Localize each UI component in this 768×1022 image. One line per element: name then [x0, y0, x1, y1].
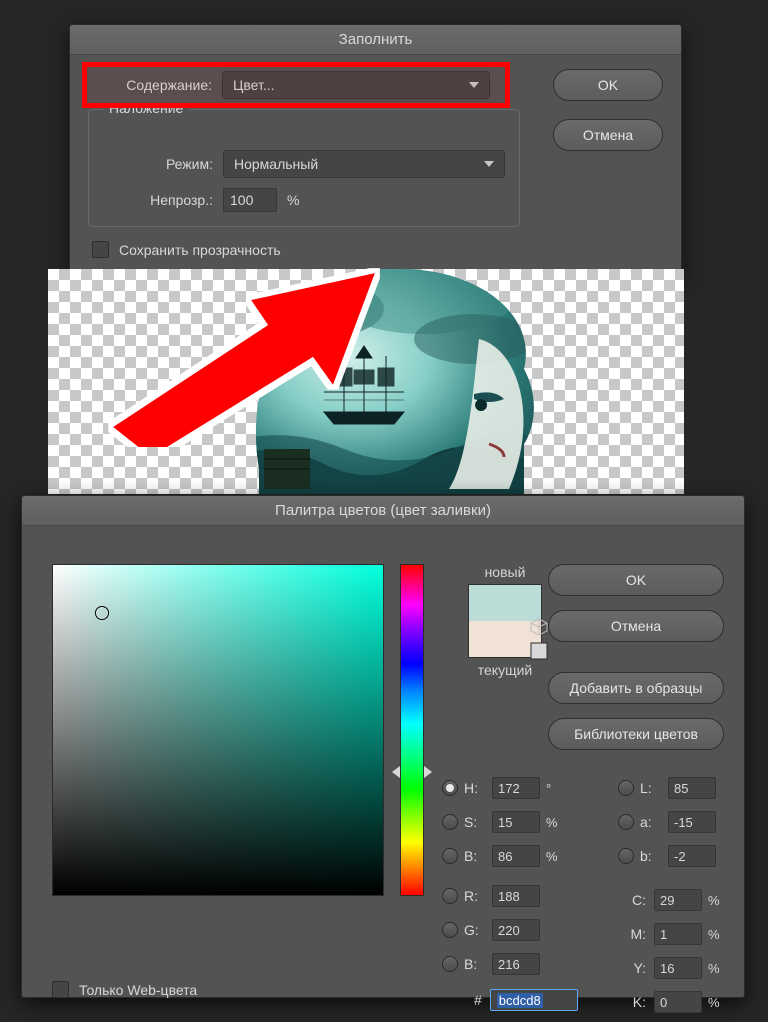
unit-m: %: [708, 927, 726, 942]
color-picker-dialog: Палитра цветов (цвет заливки) новый теку…: [21, 495, 745, 998]
label-c: C:: [622, 892, 648, 908]
opacity-unit: %: [287, 192, 299, 208]
label-r: R:: [464, 888, 486, 904]
add-swatch-button[interactable]: Добавить в образцы: [548, 672, 724, 704]
mode-dropdown-value: Нормальный: [234, 156, 318, 172]
input-g[interactable]: 220: [492, 919, 540, 941]
web-only-checkbox[interactable]: [52, 981, 69, 998]
fill-dialog: Заполнить Содержание: Цвет... Наложение …: [69, 24, 682, 277]
input-bv[interactable]: 86: [492, 845, 540, 867]
input-a[interactable]: -15: [668, 811, 716, 833]
current-color-label: текущий: [450, 662, 560, 678]
opacity-label: Непрозр.:: [89, 192, 223, 208]
radio-bb[interactable]: [442, 956, 458, 972]
label-m: M:: [622, 926, 648, 942]
sv-marker: [95, 606, 109, 620]
unit-c: %: [708, 893, 726, 908]
input-s[interactable]: 15: [492, 811, 540, 833]
unit-s: %: [546, 815, 564, 830]
input-bb[interactable]: 216: [492, 953, 540, 975]
unit-h: °: [546, 781, 564, 796]
label-lb: b:: [640, 848, 662, 864]
web-only-label: Только Web-цвета: [79, 982, 197, 998]
radio-h[interactable]: [442, 780, 458, 796]
picker-ok-button[interactable]: OK: [548, 564, 724, 596]
hex-label: #: [474, 992, 482, 1008]
new-color-swatch: [469, 585, 541, 621]
color-picker-title: Палитра цветов (цвет заливки): [22, 496, 744, 526]
picker-cancel-button[interactable]: Отмена: [548, 610, 724, 642]
new-color-label: новый: [450, 564, 560, 580]
radio-b[interactable]: [442, 848, 458, 864]
unit-y: %: [708, 961, 726, 976]
canvas-area: [48, 269, 684, 494]
label-y: Y:: [622, 960, 648, 976]
cancel-button[interactable]: Отмена: [553, 119, 663, 151]
input-r[interactable]: 188: [492, 885, 540, 907]
input-c[interactable]: 29: [654, 889, 702, 911]
label-g: G:: [464, 922, 486, 938]
ok-button[interactable]: OK: [553, 69, 663, 101]
input-l[interactable]: 85: [668, 777, 716, 799]
input-h[interactable]: 172: [492, 777, 540, 799]
hex-input[interactable]: bcdcd8: [490, 989, 578, 1011]
label-bv: B:: [464, 848, 486, 864]
blending-legend: Наложение: [103, 100, 189, 116]
content-label: Содержание:: [88, 77, 222, 93]
gamut-warning-icon[interactable]: [530, 618, 548, 636]
label-h: H:: [464, 780, 486, 796]
unit-bv: %: [546, 849, 564, 864]
preserve-transparency-label: Сохранить прозрачность: [119, 242, 281, 258]
opacity-input[interactable]: 100: [223, 188, 277, 212]
mode-label: Режим:: [89, 156, 223, 172]
preserve-transparency-checkbox[interactable]: [92, 241, 109, 258]
fill-dialog-title: Заполнить: [70, 25, 681, 55]
mode-dropdown[interactable]: Нормальный: [223, 150, 505, 178]
input-k[interactable]: 0: [654, 991, 702, 1013]
input-lb[interactable]: -2: [668, 845, 716, 867]
label-bb: B:: [464, 956, 486, 972]
content-dropdown[interactable]: Цвет...: [222, 71, 490, 99]
content-dropdown-value: Цвет...: [233, 77, 275, 93]
blending-fieldset: Наложение Режим: Нормальный Непрозр.: 10…: [88, 109, 520, 227]
saturation-value-field[interactable]: [52, 564, 384, 896]
input-y[interactable]: 16: [654, 957, 702, 979]
label-s: S:: [464, 814, 486, 830]
radio-lb[interactable]: [618, 848, 634, 864]
radio-g[interactable]: [442, 922, 458, 938]
radio-r[interactable]: [442, 888, 458, 904]
chevron-down-icon: [469, 82, 479, 88]
label-a: a:: [640, 814, 662, 830]
annotation-arrow: [103, 267, 403, 437]
hue-slider[interactable]: [400, 564, 424, 896]
radio-a[interactable]: [618, 814, 634, 830]
input-m[interactable]: 1: [654, 923, 702, 945]
unit-k: %: [708, 995, 726, 1010]
color-libraries-button[interactable]: Библиотеки цветов: [548, 718, 724, 750]
label-l: L:: [640, 780, 662, 796]
chevron-down-icon: [484, 161, 494, 167]
radio-l[interactable]: [618, 780, 634, 796]
radio-s[interactable]: [442, 814, 458, 830]
label-k: K:: [622, 994, 648, 1010]
websafe-warning-icon[interactable]: [530, 642, 548, 660]
